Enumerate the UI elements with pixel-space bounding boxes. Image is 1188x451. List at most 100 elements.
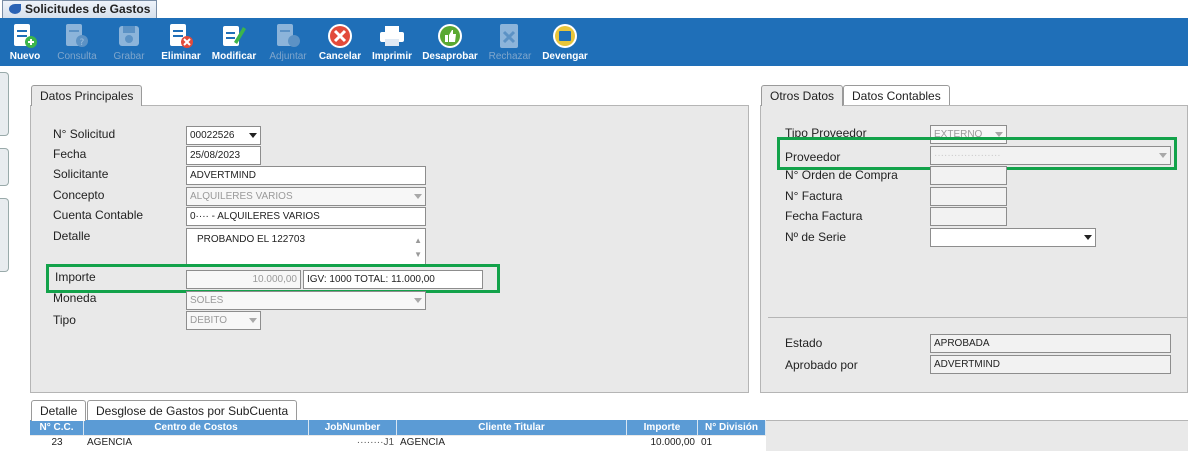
cell-division: 01 <box>701 437 713 448</box>
eliminar-button[interactable]: Eliminar <box>160 18 202 66</box>
solicitante-value: ADVERTMIND <box>190 170 256 181</box>
tab-desglose-label: Desglose de Gastos por SubCuenta <box>96 404 289 418</box>
desaprobar-label: Desaprobar <box>422 51 478 62</box>
tipo-select[interactable]: DEBITO <box>186 311 261 330</box>
detalle-value: PROBANDO EL 122703 <box>197 234 306 245</box>
column-header[interactable]: Cliente Titular <box>397 420 627 435</box>
chevron-down-icon <box>1084 235 1092 240</box>
tipo-label: Tipo <box>53 313 76 327</box>
tab-datos-contables-label: Datos Contables <box>852 89 941 103</box>
modificar-label: Modificar <box>211 51 257 62</box>
orden-compra-field[interactable] <box>930 166 1007 185</box>
cell-job: ········J1 <box>356 437 394 448</box>
modificar-button[interactable]: Modificar <box>210 18 258 66</box>
n-solicitud-select[interactable]: 00022526 <box>186 126 261 145</box>
cell-cc: 23 <box>51 437 63 448</box>
reject-document-icon <box>495 21 525 51</box>
tab-solicitudes-de-gastos[interactable]: Solicitudes de Gastos <box>2 0 158 18</box>
tab-datos-principales[interactable]: Datos Principales <box>31 85 143 106</box>
fecha-value: 25/08/2023 <box>190 150 241 161</box>
solicitante-label: Solicitante <box>53 167 109 181</box>
fecha-factura-label: Fecha Factura <box>785 209 863 223</box>
consulta-button[interactable]: ? Consulta <box>54 18 100 66</box>
estado-field[interactable]: APROBADA <box>930 334 1171 353</box>
cancelar-button[interactable]: Cancelar <box>318 18 362 66</box>
grabar-button[interactable]: Grabar <box>110 18 148 66</box>
aprobado-por-label: Aprobado por <box>785 358 858 372</box>
column-header[interactable]: Centro de Costos <box>84 420 309 435</box>
concepto-value: ALQUILERES VARIOS <box>190 191 293 202</box>
tab-title: Solicitudes de Gastos <box>25 2 151 16</box>
tab-datos-contables[interactable]: Datos Contables <box>843 85 950 106</box>
divider <box>768 317 1188 318</box>
concepto-label: Concepto <box>53 188 105 202</box>
imprimir-label: Imprimir <box>371 51 412 62</box>
cuenta-contable-label: Cuenta Contable <box>53 208 144 222</box>
moneda-select[interactable]: SOLES <box>186 291 426 310</box>
side-tab-1[interactable] <box>0 72 9 136</box>
column-header[interactable]: N° C.C. <box>30 420 84 435</box>
imprimir-button[interactable]: Imprimir <box>370 18 414 66</box>
detail-grid: N° C.C. Centro de Costos JobNumber Clien… <box>30 420 766 451</box>
desaprobar-button[interactable]: Desaprobar <box>420 18 480 66</box>
accrue-icon <box>550 21 580 51</box>
cancel-icon <box>325 21 355 51</box>
save-icon <box>114 21 144 51</box>
attach-document-icon <box>273 21 303 51</box>
query-document-icon: ? <box>62 21 92 51</box>
rechazar-button[interactable]: Rechazar <box>486 18 534 66</box>
fecha-factura-field[interactable] <box>930 207 1007 226</box>
moneda-value: SOLES <box>190 295 224 306</box>
svg-text:?: ? <box>80 38 85 48</box>
cuenta-contable-field[interactable]: 0···· - ALQUILERES VARIOS <box>186 207 426 226</box>
factura-field[interactable] <box>930 187 1007 206</box>
new-document-icon <box>10 21 40 51</box>
scroll-down-icon[interactable]: ▼ <box>414 246 422 263</box>
fecha-field[interactable]: 25/08/2023 <box>186 146 261 165</box>
n-solicitud-value: 00022526 <box>190 130 235 141</box>
column-header[interactable]: Importe <box>627 420 698 435</box>
cell-centro: AGENCIA <box>87 437 133 448</box>
detalle-label: Detalle <box>53 229 91 243</box>
side-tab-3[interactable] <box>0 198 9 272</box>
moneda-label: Moneda <box>53 291 97 305</box>
concepto-select[interactable]: ALQUILERES VARIOS <box>186 187 426 206</box>
tab-otros-datos[interactable]: Otros Datos <box>761 85 844 106</box>
orden-compra-label: N° Orden de Compra <box>785 168 898 182</box>
adjuntar-button[interactable]: Adjuntar <box>266 18 310 66</box>
aprobado-por-value: ADVERTMIND <box>934 359 1000 370</box>
rechazar-label: Rechazar <box>488 51 532 62</box>
fecha-label: Fecha <box>53 147 87 161</box>
detalle-textarea[interactable]: PROBANDO EL 122703 ▲ ▼ <box>186 228 426 266</box>
side-tab-2[interactable] <box>0 148 9 186</box>
table-row[interactable]: 23 AGENCIA ········J1 AGENCIA 10.000,00 … <box>30 436 766 451</box>
grabar-label: Grabar <box>113 51 145 62</box>
tab-detalle-label: Detalle <box>40 404 78 418</box>
factura-label: N° Factura <box>785 189 843 203</box>
edit-document-icon <box>219 21 249 51</box>
tab-desglose[interactable]: Desglose de Gastos por SubCuenta <box>87 400 298 421</box>
column-header[interactable]: JobNumber <box>309 420 397 435</box>
column-header[interactable]: N° División <box>698 420 766 435</box>
chevron-down-icon <box>249 133 257 138</box>
chevron-down-icon <box>414 194 422 199</box>
nuevo-label: Nuevo <box>9 51 41 62</box>
delete-document-icon <box>166 21 196 51</box>
printer-icon <box>377 21 407 51</box>
tipo-value: DEBITO <box>190 315 228 326</box>
cuenta-contable-value: 0···· - ALQUILERES VARIOS <box>190 211 320 222</box>
aprobado-por-field[interactable]: ADVERTMIND <box>930 355 1171 374</box>
estado-label: Estado <box>785 336 823 350</box>
toolbar: Nuevo ? Consulta Grabar Eliminar Modific… <box>0 18 1188 66</box>
solicitante-field[interactable]: ADVERTMIND <box>186 166 426 185</box>
consulta-label: Consulta <box>57 51 97 62</box>
app-icon <box>9 4 21 14</box>
tab-detalle[interactable]: Detalle <box>31 400 87 421</box>
tab-datos-principales-label: Datos Principales <box>40 89 134 103</box>
importe-highlight-box <box>46 264 500 293</box>
chevron-down-icon <box>414 298 422 303</box>
nuevo-button[interactable]: Nuevo <box>8 18 42 66</box>
devengar-button[interactable]: Devengar <box>540 18 590 66</box>
cell-cliente: AGENCIA <box>400 437 446 448</box>
serie-select[interactable] <box>930 228 1096 247</box>
